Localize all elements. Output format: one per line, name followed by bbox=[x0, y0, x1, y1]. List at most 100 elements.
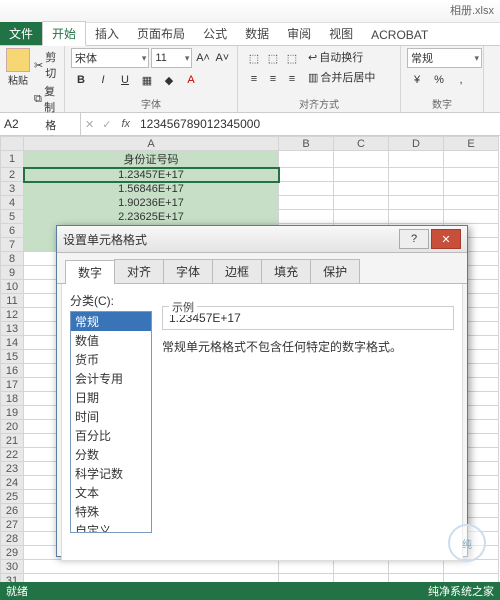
cat-custom[interactable]: 自定义 bbox=[71, 521, 151, 533]
sample-frame: 示例 1.23457E+17 bbox=[162, 306, 454, 330]
shrink-font-button[interactable]: A˅ bbox=[214, 48, 231, 68]
status-bar: 就绪 纯净系统之家 bbox=[0, 582, 500, 600]
dlg-tab-align[interactable]: 对齐 bbox=[114, 259, 164, 283]
border-button[interactable]: ▦ bbox=[137, 70, 157, 90]
italic-button[interactable]: I bbox=[93, 70, 113, 90]
name-box[interactable]: A2 bbox=[0, 113, 81, 135]
tab-file[interactable]: 文件 bbox=[0, 22, 42, 45]
bold-button[interactable]: B bbox=[71, 70, 91, 90]
align-middle[interactable]: ⬚ bbox=[263, 48, 283, 68]
cell-A5[interactable]: 2.23625E+17 bbox=[24, 210, 279, 224]
copy-button[interactable]: ⧉复制 bbox=[32, 82, 61, 116]
sample-label: 示例 bbox=[169, 299, 197, 315]
row-4[interactable]: 4 bbox=[1, 196, 24, 210]
dlg-tab-number[interactable]: 数字 bbox=[65, 260, 115, 284]
cell-A2[interactable]: 1.23457E+17 bbox=[24, 168, 279, 182]
align-left[interactable]: ≡ bbox=[244, 69, 264, 89]
format-cells-dialog: 设置单元格格式 ? ✕ 数字 对齐 字体 边框 填充 保护 分类(C): 常规 … bbox=[56, 225, 468, 557]
dialog-titlebar[interactable]: 设置单元格格式 ? ✕ bbox=[57, 226, 467, 253]
paste-label: 粘贴 bbox=[8, 72, 28, 87]
currency-button[interactable]: ¥ bbox=[407, 70, 427, 90]
formula-input[interactable]: 123456789012345000 bbox=[136, 117, 500, 131]
cat-percent[interactable]: 百分比 bbox=[71, 426, 151, 445]
enter-formula[interactable]: ✓ bbox=[98, 118, 115, 131]
number-group-label: 数字 bbox=[407, 96, 477, 112]
cancel-formula[interactable]: ✕ bbox=[81, 118, 98, 131]
cell-A4[interactable]: 1.90236E+17 bbox=[24, 196, 279, 210]
group-font: 宋体 11 A˄ A˅ B I U ▦ ◆ A 字体 bbox=[65, 46, 238, 112]
align-right[interactable]: ≡ bbox=[282, 69, 302, 89]
dialog-close-button[interactable]: ✕ bbox=[431, 229, 461, 249]
cat-number[interactable]: 数值 bbox=[71, 331, 151, 350]
cat-time[interactable]: 时间 bbox=[71, 407, 151, 426]
tab-data[interactable]: 数据 bbox=[236, 22, 278, 45]
cell-A1[interactable]: 身份证号码 bbox=[24, 151, 279, 168]
row-5[interactable]: 5 bbox=[1, 210, 24, 224]
row-2[interactable]: 2 bbox=[1, 168, 24, 182]
dialog-body: 分类(C): 常规 数值 货币 会计专用 日期 时间 百分比 分数 科学记数 文… bbox=[61, 284, 463, 561]
fill-color-button[interactable]: ◆ bbox=[159, 70, 179, 90]
dlg-tab-border[interactable]: 边框 bbox=[212, 259, 262, 283]
tab-layout[interactable]: 页面布局 bbox=[128, 22, 194, 45]
cat-date[interactable]: 日期 bbox=[71, 388, 151, 407]
tab-home[interactable]: 开始 bbox=[42, 21, 86, 46]
cat-special[interactable]: 特殊 bbox=[71, 502, 151, 521]
dialog-title: 设置单元格格式 bbox=[63, 231, 397, 248]
dlg-tab-font[interactable]: 字体 bbox=[163, 259, 213, 283]
status-ready: 就绪 bbox=[6, 583, 28, 599]
cat-currency[interactable]: 货币 bbox=[71, 350, 151, 369]
category-label: 分类(C): bbox=[70, 292, 152, 309]
dialog-help-button[interactable]: ? bbox=[399, 229, 429, 249]
number-format-combo[interactable]: 常规 bbox=[407, 48, 482, 68]
dlg-tab-fill[interactable]: 填充 bbox=[261, 259, 311, 283]
row-3[interactable]: 3 bbox=[1, 182, 24, 196]
ribbon-tabs: 文件 开始 插入 页面布局 公式 数据 审阅 视图 ACROBAT bbox=[0, 23, 500, 46]
cut-button[interactable]: ✂剪切 bbox=[32, 48, 61, 82]
comma-button[interactable]: , bbox=[451, 70, 471, 90]
cat-fraction[interactable]: 分数 bbox=[71, 445, 151, 464]
merge-center-button[interactable]: ▥合并后居中 bbox=[306, 68, 377, 86]
align-bottom[interactable]: ⬚ bbox=[282, 48, 302, 68]
cat-general[interactable]: 常规 bbox=[71, 312, 151, 331]
col-D[interactable]: D bbox=[389, 137, 444, 151]
dlg-tab-protect[interactable]: 保护 bbox=[310, 259, 360, 283]
watermark-logo: 纯 bbox=[448, 524, 486, 562]
col-E[interactable]: E bbox=[444, 137, 499, 151]
col-B[interactable]: B bbox=[279, 137, 334, 151]
font-color-button[interactable]: A bbox=[181, 70, 201, 90]
cell-A3[interactable]: 1.56846E+17 bbox=[24, 182, 279, 196]
row-1[interactable]: 1 bbox=[1, 151, 24, 168]
col-A[interactable]: A bbox=[24, 137, 279, 151]
fx-icon[interactable]: fx bbox=[115, 118, 136, 130]
font-name-combo[interactable]: 宋体 bbox=[71, 48, 149, 68]
group-number: 常规 ¥ % , 数字 bbox=[401, 46, 484, 112]
format-description: 常规单元格格式不包含任何特定的数字格式。 bbox=[162, 338, 454, 355]
align-top[interactable]: ⬚ bbox=[244, 48, 264, 68]
merge-icon: ▥ bbox=[308, 71, 318, 84]
wrap-text-button[interactable]: ↩自动换行 bbox=[306, 48, 377, 66]
tab-acrobat[interactable]: ACROBAT bbox=[362, 25, 437, 45]
font-size-combo[interactable]: 11 bbox=[151, 48, 192, 68]
category-detail: 示例 1.23457E+17 常规单元格格式不包含任何特定的数字格式。 bbox=[162, 292, 454, 552]
category-panel: 分类(C): 常规 数值 货币 会计专用 日期 时间 百分比 分数 科学记数 文… bbox=[70, 292, 152, 552]
cat-text[interactable]: 文本 bbox=[71, 483, 151, 502]
tab-insert[interactable]: 插入 bbox=[86, 22, 128, 45]
col-C[interactable]: C bbox=[334, 137, 389, 151]
cat-accounting[interactable]: 会计专用 bbox=[71, 369, 151, 388]
grow-font-button[interactable]: A˄ bbox=[194, 48, 211, 68]
select-all[interactable] bbox=[1, 137, 24, 151]
align-center[interactable]: ≡ bbox=[263, 69, 283, 89]
dialog-tabs: 数字 对齐 字体 边框 填充 保护 bbox=[57, 253, 467, 284]
tab-formulas[interactable]: 公式 bbox=[194, 22, 236, 45]
category-list[interactable]: 常规 数值 货币 会计专用 日期 时间 百分比 分数 科学记数 文本 特殊 自定… bbox=[70, 311, 152, 533]
percent-button[interactable]: % bbox=[429, 70, 449, 90]
tab-view[interactable]: 视图 bbox=[320, 22, 362, 45]
underline-button[interactable]: U bbox=[115, 70, 135, 90]
row-6[interactable]: 6 bbox=[1, 224, 24, 238]
doc-title: 相册.xlsx bbox=[450, 5, 494, 17]
tab-review[interactable]: 审阅 bbox=[278, 22, 320, 45]
wrap-icon: ↩ bbox=[308, 51, 317, 64]
paste-icon bbox=[6, 48, 30, 72]
cat-scientific[interactable]: 科学记数 bbox=[71, 464, 151, 483]
bucket-icon: ◆ bbox=[165, 74, 173, 87]
